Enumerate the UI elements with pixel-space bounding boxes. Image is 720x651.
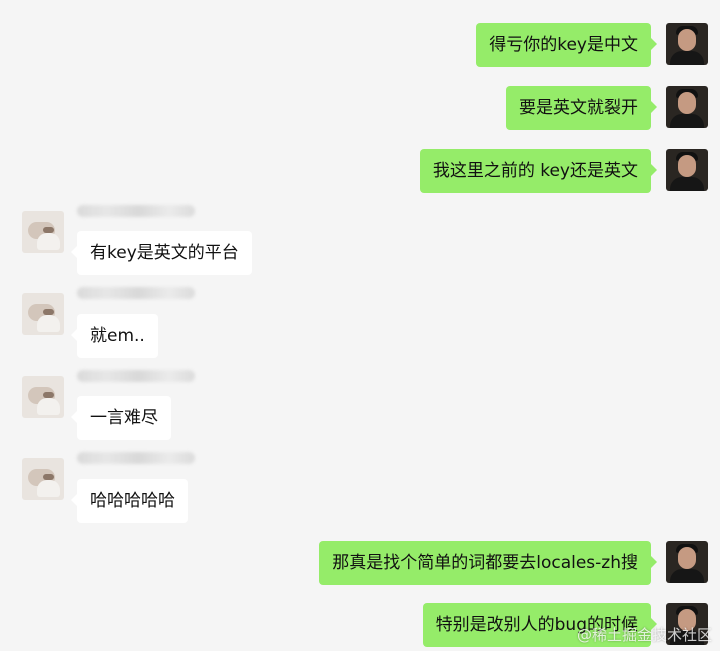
sender-name-blurred xyxy=(77,370,195,382)
avatar[interactable] xyxy=(22,293,64,335)
avatar[interactable] xyxy=(22,211,64,253)
message-bubble[interactable]: 一言难尽 xyxy=(71,396,171,440)
message-bubble[interactable]: 要是英文就裂开 xyxy=(506,86,657,130)
message-bubble[interactable]: 有key是英文的平台 xyxy=(71,231,252,275)
sender-name-blurred xyxy=(77,205,195,217)
message-bubble[interactable]: 那真是找个简单的词都要去locales-zh搜 xyxy=(319,541,657,585)
avatar-shape xyxy=(43,474,54,480)
avatar-body xyxy=(670,114,704,128)
message-text: 我这里之前的 key还是英文 xyxy=(432,161,638,181)
message-bubble[interactable]: 就em.. xyxy=(71,314,158,358)
message-text: 那真是找个简单的词都要去locales-zh搜 xyxy=(332,553,638,573)
watermark-text: @稀土掘金技术社区 xyxy=(576,626,712,644)
avatar-face xyxy=(678,29,696,51)
message-text: 一言难尽 xyxy=(90,408,158,428)
avatar-face xyxy=(678,155,696,177)
message-text: 有key是英文的平台 xyxy=(90,243,239,263)
message-bubble[interactable]: 我这里之前的 key还是英文 xyxy=(419,149,658,193)
avatar-body xyxy=(670,177,704,191)
avatar-shape xyxy=(43,227,54,233)
message-bubble[interactable]: 得亏你的key是中文 xyxy=(476,23,657,67)
avatar-shape xyxy=(37,315,60,332)
message-text: 就em.. xyxy=(90,326,145,346)
message-text: 要是英文就裂开 xyxy=(519,98,638,118)
avatar-shape xyxy=(43,309,54,315)
message-text: 得亏你的key是中文 xyxy=(489,35,638,55)
avatar[interactable] xyxy=(666,23,708,65)
sender-name-blurred xyxy=(77,287,195,299)
avatar[interactable] xyxy=(22,458,64,500)
avatar[interactable] xyxy=(666,541,708,583)
avatar-face xyxy=(678,547,696,569)
avatar[interactable] xyxy=(22,376,64,418)
avatar-face xyxy=(678,92,696,114)
avatar[interactable] xyxy=(666,149,708,191)
message-bubble[interactable]: 哈哈哈哈哈 xyxy=(71,479,188,523)
avatar[interactable] xyxy=(666,86,708,128)
message-text: 哈哈哈哈哈 xyxy=(90,491,175,511)
avatar-shape xyxy=(43,392,54,398)
sender-name-blurred xyxy=(77,452,195,464)
avatar-body xyxy=(670,51,704,65)
avatar-shape xyxy=(37,480,60,497)
avatar-shape xyxy=(37,233,60,250)
avatar-body xyxy=(670,569,704,583)
avatar-shape xyxy=(37,398,60,415)
